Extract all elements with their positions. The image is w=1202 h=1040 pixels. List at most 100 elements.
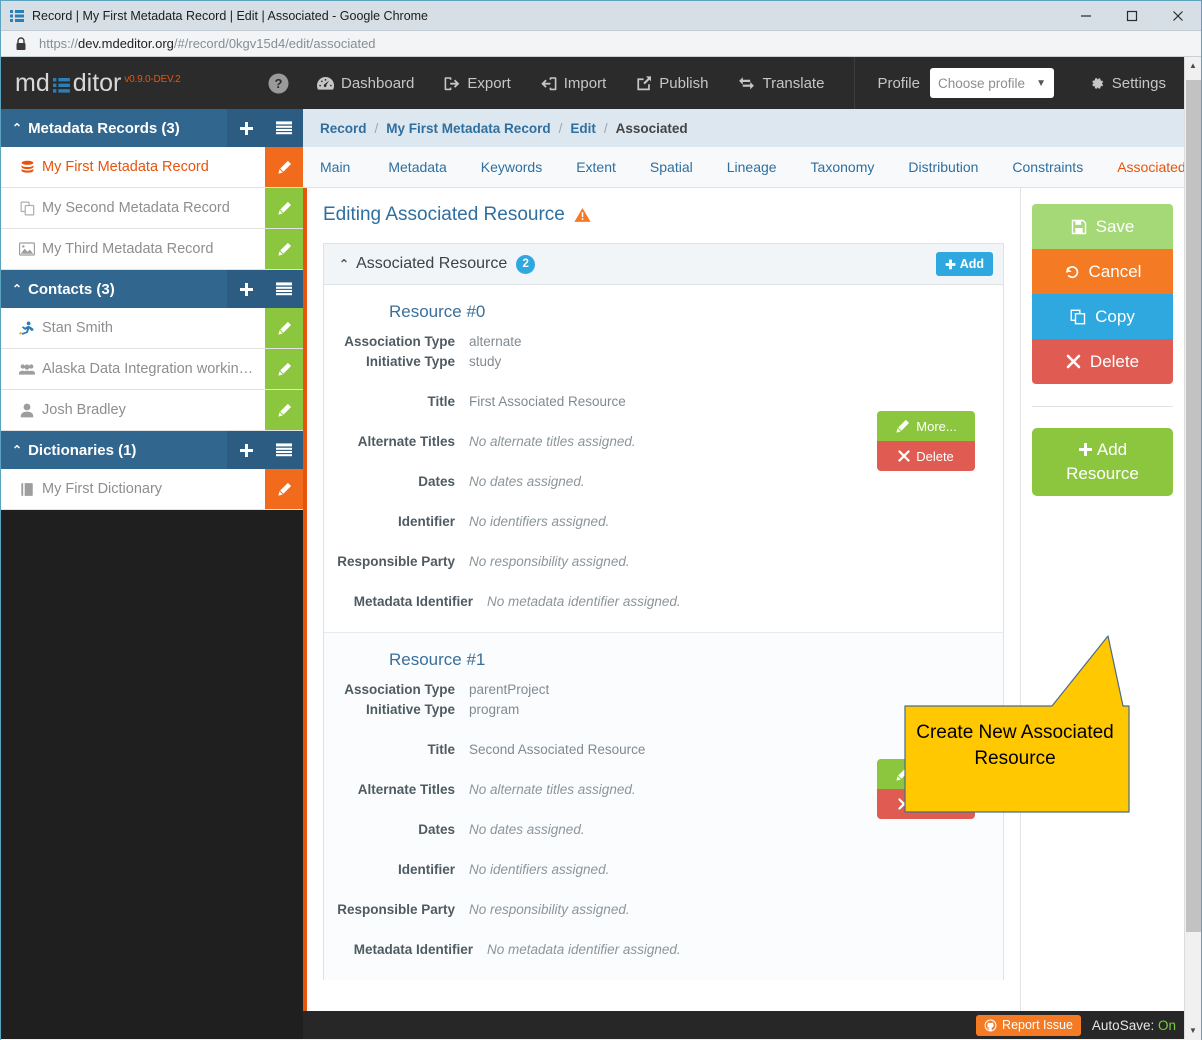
browser-address-bar[interactable]: https://dev.mdeditor.org/#/record/0kgv15…: [1, 31, 1201, 57]
sidebar-item[interactable]: My Third Metadata Record: [1, 229, 303, 270]
associated-resource-panel: ⌃ Associated Resource 2 ✚ Add Resource #…: [323, 243, 1004, 980]
tab-lineage[interactable]: Lineage: [710, 159, 794, 175]
plus-icon: [1078, 442, 1093, 457]
field-label: Responsible Party: [337, 554, 455, 569]
sidebar-item[interactable]: Josh Bradley: [1, 390, 303, 431]
scroll-down-arrow[interactable]: ▼: [1185, 1022, 1202, 1039]
sidebar-item-edit-button[interactable]: [265, 390, 303, 430]
add-button[interactable]: ✚ Add: [936, 252, 993, 276]
chevron-up-icon[interactable]: ⌃: [12, 282, 22, 296]
resource-more-button[interactable]: More...: [877, 759, 975, 789]
publish-icon: [636, 75, 652, 91]
top-nav-item-dashboard[interactable]: Dashboard: [317, 75, 414, 92]
tab-spatial[interactable]: Spatial: [633, 159, 710, 175]
profile-label: Profile: [877, 74, 920, 92]
field-label: Initiative Type: [365, 702, 455, 717]
tab-extent[interactable]: Extent: [559, 159, 633, 175]
sidebar-list-button[interactable]: [265, 270, 303, 308]
copy-button[interactable]: Copy: [1032, 294, 1173, 339]
vertical-scroll-thumb[interactable]: [1185, 80, 1201, 932]
help-icon[interactable]: ?: [268, 73, 289, 94]
chevron-up-icon[interactable]: ⌃: [12, 443, 22, 457]
panel-header[interactable]: ⌃ Associated Resource 2 ✚ Add: [324, 244, 1003, 285]
field-value: study: [469, 354, 502, 369]
profile-select[interactable]: Choose profile ▼: [929, 68, 1054, 98]
sidebar-item-edit-button[interactable]: [265, 147, 303, 187]
save-button[interactable]: Save: [1032, 204, 1173, 249]
sidebar-section-header[interactable]: ⌃ Dictionaries (1): [1, 431, 303, 469]
minimize-button[interactable]: [1063, 1, 1109, 31]
close-button[interactable]: [1155, 1, 1201, 31]
breadcrumb-item-record-name[interactable]: My First Metadata Record: [386, 121, 550, 136]
tab-constraints[interactable]: Constraints: [995, 159, 1100, 175]
field-value: No responsibility assigned.: [469, 902, 630, 917]
add-button-label: Add: [959, 257, 984, 271]
x-icon: [898, 450, 910, 462]
sidebar-item-edit-button[interactable]: [265, 349, 303, 389]
sidebar-section-header[interactable]: ⌃ Metadata Records (3): [1, 109, 303, 147]
sidebar-add-button[interactable]: [227, 109, 265, 147]
autosave-label: AutoSave:: [1091, 1017, 1155, 1033]
sidebar-item-label: My First Metadata Record: [42, 159, 209, 175]
resource-delete-button[interactable]: Delete: [877, 441, 975, 471]
resource-more-button[interactable]: More...: [877, 411, 975, 441]
field-label: Initiative Type: [365, 354, 455, 369]
address-url[interactable]: https://dev.mdeditor.org/#/record/0kgv15…: [39, 36, 376, 51]
sidebar-item-edit-button[interactable]: [265, 188, 303, 228]
sidebar-item[interactable]: My First Dictionary: [1, 469, 303, 510]
scroll-up-arrow[interactable]: ▲: [1185, 57, 1202, 74]
field-spacer: [324, 840, 1003, 860]
vertical-scroll-track[interactable]: [1185, 74, 1202, 1022]
sidebar-item[interactable]: Stan Smith: [1, 308, 303, 349]
vertical-scrollbar[interactable]: ▲ ▼: [1184, 57, 1201, 1039]
sidebar-list-button[interactable]: [265, 109, 303, 147]
logo-text-right: ditor: [72, 68, 122, 97]
top-nav-divider: [854, 57, 856, 109]
top-nav-item-publish[interactable]: Publish: [636, 75, 708, 92]
github-icon: [984, 1019, 997, 1032]
tab-taxonomy[interactable]: Taxonomy: [794, 159, 892, 175]
logo-text-left: md: [15, 68, 50, 97]
resource-delete-button[interactable]: Delete: [877, 789, 975, 819]
field-row: Title Second Associated Resource: [324, 740, 1003, 760]
chevron-up-icon[interactable]: ⌃: [339, 257, 349, 271]
breadcrumb-item-record[interactable]: Record: [320, 121, 367, 136]
tab-main[interactable]: Main: [320, 159, 371, 175]
resource-list: Resource #0 Association Type alternate Init…: [324, 285, 1003, 980]
chevron-up-icon[interactable]: ⌃: [12, 121, 22, 135]
main-region: Dashboard Export Import Publish Translate Pr…: [303, 57, 1186, 1039]
sidebar-add-button[interactable]: [227, 270, 265, 308]
dashboard-icon: [317, 76, 334, 91]
maximize-button[interactable]: [1109, 1, 1155, 31]
top-nav-item-export[interactable]: Export: [444, 75, 511, 92]
sidebar-add-button[interactable]: [227, 431, 265, 469]
profile-select-value: Choose profile: [937, 75, 1026, 91]
sidebar-item[interactable]: Alaska Data Integration working…: [1, 349, 303, 390]
report-issue-button[interactable]: Report Issue: [976, 1014, 1081, 1036]
app-logo[interactable]: md ditor v0.9.0-DEV.2: [15, 69, 181, 98]
top-nav-item-import[interactable]: Import: [541, 75, 606, 92]
field-spacer: [324, 532, 1003, 552]
top-nav-item-translate[interactable]: Translate: [738, 75, 824, 92]
tab-distribution[interactable]: Distribution: [891, 159, 995, 175]
logo-mark-icon: [52, 77, 70, 94]
settings-button[interactable]: Settings: [1090, 75, 1166, 92]
sidebar-item-edit-button[interactable]: [265, 308, 303, 348]
sidebar-item[interactable]: My Second Metadata Record: [1, 188, 303, 229]
breadcrumb-separator: /: [558, 120, 563, 136]
cancel-button[interactable]: Cancel: [1032, 249, 1173, 294]
sidebar-list-button[interactable]: [265, 431, 303, 469]
sidebar-item-edit-button[interactable]: [265, 469, 303, 509]
sidebar-section-header[interactable]: ⌃ Contacts (3): [1, 270, 303, 308]
tab-keywords[interactable]: Keywords: [464, 159, 559, 175]
breadcrumb-item-edit[interactable]: Edit: [570, 121, 596, 136]
tab-metadata[interactable]: Metadata: [371, 159, 463, 175]
undo-icon: [1064, 264, 1080, 280]
delete-button[interactable]: Delete: [1032, 339, 1173, 384]
version-label: v0.9.0-DEV.2: [124, 73, 181, 85]
resource-more-label: More...: [916, 418, 957, 434]
sidebar-item[interactable]: My First Metadata Record: [1, 147, 303, 188]
add-resource-button[interactable]: Add Resource: [1032, 428, 1173, 496]
sidebar-item-edit-button[interactable]: [265, 229, 303, 269]
status-bar: Report Issue AutoSave: On: [303, 1011, 1184, 1039]
